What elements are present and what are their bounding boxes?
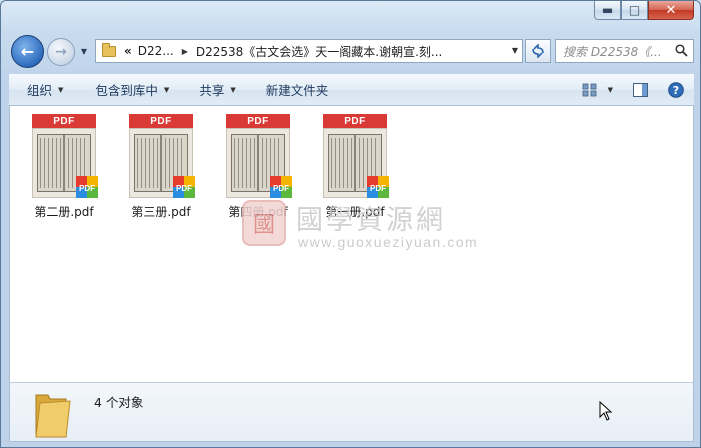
include-in-library-menu[interactable]: 包含到库中 ▼	[73, 74, 179, 105]
svg-text:PDF: PDF	[370, 184, 386, 193]
pdf-thumbnail: PDF PDF	[32, 114, 98, 198]
watermark-url: www.guoxueziyuan.com	[298, 234, 479, 250]
back-button[interactable]: ←	[11, 35, 44, 68]
navigation-row: ← → ▼ « D22... ▶ D22538《古文会选》天一阁藏本.谢朝宣.刻…	[9, 34, 694, 68]
breadcrumb-overflow-chevron[interactable]: «	[124, 44, 132, 58]
svg-text:?: ?	[673, 84, 679, 97]
pdf-thumbnail-header: PDF	[129, 114, 193, 128]
details-pane: 4 个对象	[9, 382, 694, 442]
chevron-down-icon: ▼	[80, 46, 88, 56]
chevron-down-icon: ▼	[230, 85, 236, 94]
watermark-text: 國學資源網	[296, 205, 446, 236]
breadcrumb-separator-icon[interactable]: ▶	[182, 47, 188, 56]
close-button[interactable]: ✕	[648, 1, 694, 20]
svg-text:PDF: PDF	[176, 184, 192, 193]
folder-icon	[35, 394, 71, 438]
help-icon: ?	[668, 81, 684, 98]
file-list-view[interactable]: PDF PDF 第二册.pdf PDF PDF 第三册.pdf PDF PDF …	[9, 106, 694, 382]
file-name: 第二册.pdf	[34, 205, 94, 219]
chevron-down-icon: ▼	[163, 85, 170, 94]
change-view-button[interactable]: ▼	[576, 74, 619, 105]
include-in-library-label: 包含到库中	[95, 83, 158, 98]
maximize-button[interactable]: □	[621, 1, 648, 20]
share-menu[interactable]: 共享 ▼	[179, 74, 245, 105]
breadcrumb-segment[interactable]: D22...	[138, 44, 174, 58]
pdf-thumbnail-header: PDF	[32, 114, 96, 128]
search-input[interactable]: 搜索 D22538《...	[555, 39, 694, 63]
command-bar: 组织 ▼ 包含到库中 ▼ 共享 ▼ 新建文件夹 ▼ ?	[9, 74, 694, 106]
help-button[interactable]: ?	[662, 74, 694, 105]
watermark-seal: 國	[242, 200, 286, 246]
watermark: 國 國學資源網 www.guoxueziyuan.com	[242, 198, 482, 254]
mouse-cursor-icon	[599, 401, 613, 421]
recent-pages-dropdown[interactable]: ▼	[79, 46, 89, 56]
refresh-icon	[532, 44, 544, 58]
maximize-icon: □	[628, 3, 641, 17]
pdf-thumbnail-header: PDF	[226, 114, 290, 128]
minimize-icon: ▬	[601, 3, 614, 17]
pdf-thumbnail: PDF PDF	[226, 114, 292, 198]
refresh-button[interactable]	[525, 39, 551, 63]
breadcrumb-segment-current[interactable]: D22538《古文会选》天一阁藏本.谢朝宣.刻...	[196, 43, 443, 60]
svg-text:PDF: PDF	[273, 184, 289, 193]
close-icon: ✕	[665, 2, 677, 18]
folder-icon	[102, 42, 116, 57]
window-controls: ▬ □ ✕	[594, 1, 694, 20]
organize-menu[interactable]: 组织 ▼	[9, 74, 73, 105]
file-item[interactable]: PDF PDF 第三册.pdf	[121, 114, 201, 224]
share-label: 共享	[199, 83, 225, 98]
preview-pane-button[interactable]	[619, 74, 662, 105]
view-options-icon	[582, 83, 597, 96]
breadcrumb: « D22... ▶ D22538《古文会选》天一阁藏本.谢朝宣.刻...	[124, 43, 442, 60]
minimize-button[interactable]: ▬	[594, 1, 621, 20]
new-folder-button[interactable]: 新建文件夹	[246, 74, 339, 105]
pdf-thumbnail-header: PDF	[323, 114, 387, 128]
pdf-app-icon: PDF	[76, 176, 98, 198]
chevron-down-icon[interactable]: ▼	[608, 86, 613, 94]
pdf-app-icon: PDF	[173, 176, 195, 198]
forward-arrow-icon: →	[55, 44, 67, 60]
toolbar-right: ▼ ?	[576, 74, 694, 105]
explorer-window: ▬ □ ✕ ← → ▼ « D22... ▶ D22538《古文会选》天一阁藏本…	[0, 0, 701, 448]
file-item[interactable]: PDF PDF 第二册.pdf	[24, 114, 104, 224]
pdf-app-icon: PDF	[270, 176, 292, 198]
search-icon[interactable]	[675, 44, 688, 57]
organize-label: 组织	[27, 83, 53, 98]
forward-button[interactable]: →	[47, 38, 75, 66]
preview-pane-icon	[633, 82, 648, 97]
item-count: 4 个对象	[94, 395, 144, 410]
svg-text:PDF: PDF	[79, 184, 95, 193]
pdf-app-icon: PDF	[367, 176, 389, 198]
address-dropdown-icon[interactable]: ▼	[512, 46, 518, 55]
chevron-down-icon: ▼	[58, 85, 64, 94]
pdf-thumbnail: PDF PDF	[323, 114, 389, 198]
search-placeholder: 搜索 D22538《...	[563, 44, 662, 59]
address-bar[interactable]: « D22... ▶ D22538《古文会选》天一阁藏本.谢朝宣.刻... ▼	[95, 39, 523, 63]
new-folder-label: 新建文件夹	[265, 83, 329, 98]
file-name: 第三册.pdf	[131, 205, 191, 219]
back-arrow-icon: ←	[20, 42, 35, 61]
pdf-thumbnail: PDF PDF	[129, 114, 195, 198]
